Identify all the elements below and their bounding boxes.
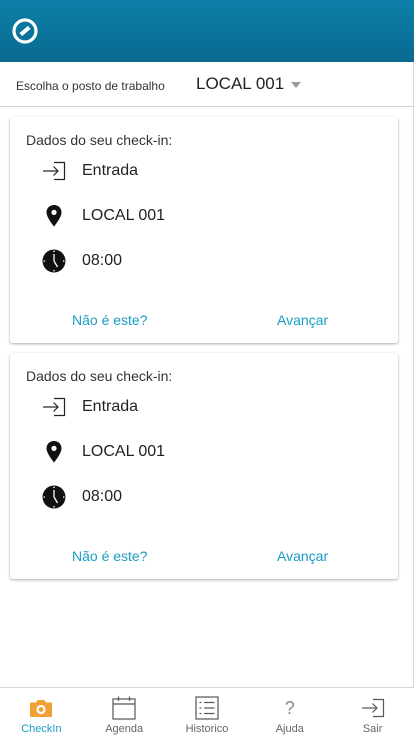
bottom-nav: CheckIn Agenda Historico ? Ajuda Sair xyxy=(0,687,414,738)
enter-icon xyxy=(40,159,68,183)
checkin-type-row: Entrada xyxy=(40,159,138,183)
calendar-icon xyxy=(112,695,136,721)
card-title: Dados do seu check-in: xyxy=(26,132,173,148)
workstation-label: Escolha o posto de trabalho xyxy=(16,79,165,93)
checkin-time: 08:00 xyxy=(82,488,123,505)
checkin-location-row: LOCAL 001 xyxy=(40,440,165,464)
help-icon: ? xyxy=(285,695,295,721)
nav-item-historico[interactable]: Historico xyxy=(166,688,249,738)
checkin-location-row: LOCAL 001 xyxy=(40,204,165,228)
clock-icon xyxy=(40,485,68,509)
card-title: Dados do seu check-in: xyxy=(26,368,173,384)
help-glyph: ? xyxy=(284,698,295,718)
checkin-location: LOCAL 001 xyxy=(82,443,166,460)
app-logo-icon xyxy=(12,18,38,44)
advance-link[interactable]: Avançar xyxy=(277,548,328,564)
reject-link[interactable]: Não é este? xyxy=(72,548,148,564)
checkin-time-row: 08:00 xyxy=(40,249,122,273)
checkin-card: Dados do seu check-in: Entrada LOCAL 001 xyxy=(10,353,398,579)
nav-label-ajuda: Ajuda xyxy=(275,723,304,735)
workstation-select-value: LOCAL 001 xyxy=(196,74,285,93)
nav-label-checkin: CheckIn xyxy=(21,723,62,735)
clock-icon xyxy=(40,249,68,273)
nav-label-historico: Historico xyxy=(185,723,229,735)
location-pin-icon xyxy=(40,440,68,464)
advance-link[interactable]: Avançar xyxy=(277,312,328,328)
enter-icon xyxy=(40,395,68,419)
nav-item-checkin[interactable]: CheckIn xyxy=(0,688,83,738)
app-frame: Escolha o posto de trabalho LOCAL 001 Da… xyxy=(0,0,414,738)
nav-item-ajuda[interactable]: ? Ajuda xyxy=(248,688,331,738)
nav-label-sair: Sair xyxy=(362,723,383,735)
checkin-time: 08:00 xyxy=(82,252,123,269)
nav-item-agenda[interactable]: Agenda xyxy=(83,688,166,738)
workstation-select[interactable]: LOCAL 001 xyxy=(196,74,302,94)
logout-icon xyxy=(361,695,385,721)
checkin-type: Entrada xyxy=(82,162,139,179)
checkin-type-row: Entrada xyxy=(40,395,138,419)
caret-down-icon xyxy=(291,81,302,88)
checkin-type: Entrada xyxy=(82,398,139,415)
nav-label-agenda: Agenda xyxy=(105,723,144,735)
checkin-card: Dados do seu check-in: Entrada LOCAL 001 xyxy=(10,117,398,343)
list-icon xyxy=(195,695,219,721)
reject-link[interactable]: Não é este? xyxy=(72,312,148,328)
location-pin-icon xyxy=(40,204,68,228)
checkin-location: LOCAL 001 xyxy=(82,207,166,224)
nav-item-sair[interactable]: Sair xyxy=(331,688,414,738)
app-header xyxy=(0,0,414,62)
workstation-selector-row: Escolha o posto de trabalho LOCAL 001 xyxy=(0,62,414,107)
camera-icon xyxy=(29,695,53,721)
checkin-time-row: 08:00 xyxy=(40,485,122,509)
